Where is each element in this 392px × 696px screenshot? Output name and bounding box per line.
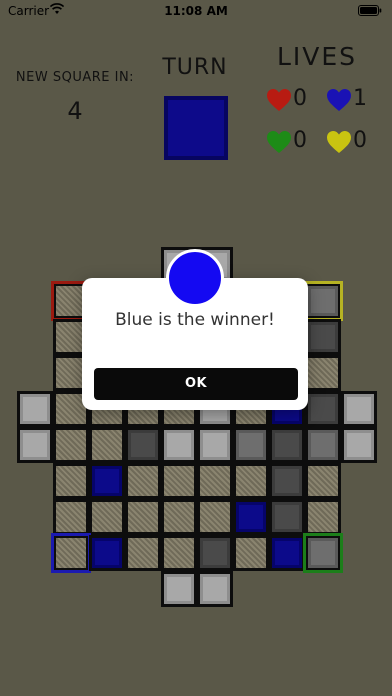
alert-message: Blue is the winner! bbox=[115, 310, 275, 330]
game-screen: Carrier 11:08 AM NEW SQUARE IN: 4 TURN L… bbox=[0, 0, 392, 696]
ok-button[interactable]: OK bbox=[94, 368, 298, 400]
winner-color-circle bbox=[166, 249, 224, 307]
